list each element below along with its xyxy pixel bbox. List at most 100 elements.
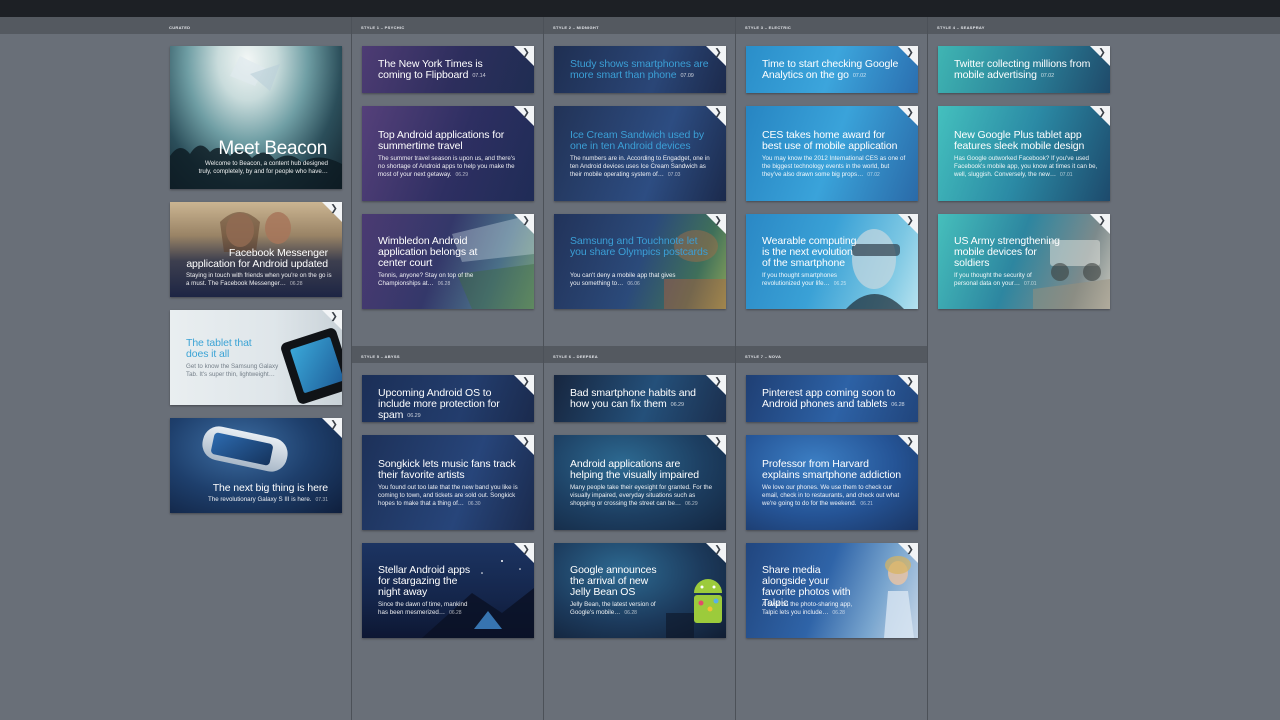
chevron-right-icon: ❯ <box>906 544 914 554</box>
card-ice-cream-sandwich[interactable]: ❯ Ice Cream Sandwich used by one in ten … <box>554 106 726 201</box>
card-samsung-touchnote[interactable]: ❯ Samsung and Touchnote let you share Ol… <box>554 214 726 309</box>
description-text: The summer travel season is upon us, and… <box>378 155 516 178</box>
card-date: 07.01 <box>1024 281 1037 287</box>
chevron-right-icon: ❯ <box>714 544 722 554</box>
card-title: Meet Beacon <box>218 138 327 159</box>
card-date: 07.09 <box>680 73 694 79</box>
card-description: Has Google outworked Facebook? If you've… <box>954 155 1098 179</box>
card-title: Twitter collecting millions from mobile … <box>954 59 1094 82</box>
card-date: 06.28 <box>289 281 303 287</box>
chevron-right-icon: ❯ <box>906 107 914 117</box>
card-talpic[interactable]: ❯ Share media alongside your favorite ph… <box>746 543 918 638</box>
description-text: The numbers are in. According to Engadge… <box>570 155 710 178</box>
card-nyt-flipboard[interactable]: ❯ The New York Times is coming to Flipbo… <box>362 46 534 93</box>
card-title: Top Android applications for summertime … <box>378 129 505 152</box>
card-date: 06.29 <box>670 402 684 408</box>
card-date: 06.28 <box>437 281 451 287</box>
chevron-right-icon: ❯ <box>714 215 722 225</box>
card-title: The tablet that does it all <box>186 337 252 360</box>
card-google-plus-tablet[interactable]: ❯ New Google Plus tablet app features sl… <box>938 106 1110 201</box>
card-date: 07.03 <box>667 172 681 178</box>
card-harvard-addiction[interactable]: ❯ Professor from Harvard explains smartp… <box>746 435 918 530</box>
card-ces-award[interactable]: ❯ CES takes home award for best use of m… <box>746 106 918 201</box>
card-wearable-computing[interactable]: ❯ Wearable computing is the next evoluti… <box>746 214 918 309</box>
chevron-right-icon: ❯ <box>522 215 530 225</box>
chevron-right-icon: ❯ <box>906 376 914 386</box>
card-galaxy-s3[interactable]: ❯ The next big thing is here The revolut… <box>170 418 342 513</box>
chevron-right-icon: ❯ <box>522 376 530 386</box>
card-title: Android applications are helping the vis… <box>570 458 700 481</box>
card-title: Bad smartphone habits and how you can fi… <box>570 388 710 411</box>
card-description: You found out too late that the new band… <box>378 484 522 508</box>
card-title: Stellar Android apps for stargazing the … <box>378 564 470 598</box>
card-description: Staying in touch with friends when you'r… <box>186 272 336 288</box>
column-divider <box>735 17 736 720</box>
column-divider <box>351 17 352 720</box>
card-date: 07.02 <box>852 73 867 79</box>
card-date: 07.14 <box>472 73 486 79</box>
card-description: You may know the 2012 International CES … <box>762 155 906 179</box>
card-date: 06.25 <box>833 281 847 287</box>
card-date: 06.28 <box>449 610 462 616</box>
chevron-right-icon: ❯ <box>714 107 722 117</box>
card-us-army[interactable]: ❯ US Army strengthening mobile devices f… <box>938 214 1110 309</box>
card-description: Get to know the Samsung Galaxy Tab. It's… <box>186 363 279 378</box>
card-bad-habits[interactable]: ❯ Bad smartphone habits and how you can … <box>554 375 726 422</box>
card-meet-beacon[interactable]: Meet Beacon Welcome to Beacon, a content… <box>170 46 342 189</box>
card-pinterest[interactable]: ❯ Pinterest app coming soon to Android p… <box>746 375 918 422</box>
card-title: Professor from Harvard explains smartpho… <box>762 458 901 481</box>
top-bar <box>0 0 1280 17</box>
chevron-right-icon: ❯ <box>522 47 530 57</box>
column-header-midnight: STYLE 2 – MIDNIGHT <box>544 17 735 34</box>
card-title: Songkick lets music fans track their fav… <box>378 458 516 481</box>
card-description: Since the dawn of time, mankind has been… <box>378 601 478 617</box>
column-header-psychic: STYLE 1 – PSYCHIC <box>352 17 543 34</box>
description-text: If you thought smartphones revolutionize… <box>762 272 837 287</box>
card-smartphones-study[interactable]: ❯ Study shows smartphones are more smart… <box>554 46 726 93</box>
column-divider <box>927 17 928 720</box>
description-text: Tennis, anyone? Stay on top of the Champ… <box>378 272 474 287</box>
chevron-right-icon: ❯ <box>714 376 722 386</box>
chevron-right-icon: ❯ <box>330 203 338 213</box>
card-date: 06.28 <box>832 610 845 616</box>
description-text: Has Google outworked Facebook? If you've… <box>954 155 1098 178</box>
chevron-right-icon: ❯ <box>906 47 914 57</box>
title-text: The New York Times is coming to Flipboar… <box>378 58 483 81</box>
card-title: The New York Times is coming to Flipboar… <box>378 59 518 82</box>
column-header-abyss: STYLE 5 – ABYSS <box>352 346 543 363</box>
card-description: We love our phones. We use them to check… <box>762 484 906 508</box>
description-text: The revolutionary Galaxy S III is here. <box>207 496 312 503</box>
card-date: 06.29 <box>455 172 468 178</box>
card-description: If you thought smartphones revolutionize… <box>762 272 858 288</box>
card-date: 07.02 <box>1040 73 1055 79</box>
title-text: Twitter collecting millions from mobile … <box>954 58 1091 81</box>
column-header-deepsea: STYLE 6 – DEEPSEA <box>544 346 735 363</box>
card-title: Time to start checking Google Analytics … <box>762 59 902 82</box>
card-visually-impaired[interactable]: ❯ Android applications are helping the v… <box>554 435 726 530</box>
card-jelly-bean[interactable]: ❯ Google announces the arrival of new Je… <box>554 543 726 638</box>
card-title: The next big thing is here <box>212 482 328 494</box>
olympics-photo <box>664 230 726 309</box>
card-date: 06.28 <box>624 610 637 616</box>
card-date: 06.30 <box>468 501 481 507</box>
card-songkick[interactable]: ❯ Songkick lets music fans track their f… <box>362 435 534 530</box>
card-wimbledon[interactable]: ❯ Wimbledon Android application belongs … <box>362 214 534 309</box>
card-description: A twist on the photo-sharing app, Talpic… <box>762 601 862 617</box>
card-title: Upcoming Android OS to include more prot… <box>378 388 524 422</box>
card-android-spam-protection[interactable]: ❯ Upcoming Android OS to include more pr… <box>362 375 534 422</box>
column-divider <box>543 17 544 720</box>
chevron-right-icon: ❯ <box>906 215 914 225</box>
title-text: Time to start checking Google Analytics … <box>762 58 899 81</box>
card-twitter-advertising[interactable]: ❯ Twitter collecting millions from mobil… <box>938 46 1110 93</box>
card-description: Many people take their eyesight for gran… <box>570 484 714 508</box>
card-facebook-messenger[interactable]: ❯ Facebook Messenger application for And… <box>170 202 342 297</box>
card-description: If you thought the security of personal … <box>954 272 1054 288</box>
card-android-travel[interactable]: ❯ Top Android applications for summertim… <box>362 106 534 201</box>
card-date: 07.02 <box>867 172 880 178</box>
card-stargazing[interactable]: ❯ Stellar Android apps for stargazing th… <box>362 543 534 638</box>
card-tablet[interactable]: ❯ The tablet that does it all Get to kno… <box>170 310 342 405</box>
card-title: New Google Plus tablet app features slee… <box>954 129 1085 152</box>
description-text: We love our phones. We use them to check… <box>762 484 900 507</box>
description-text: Staying in touch with friends when you'r… <box>186 272 332 287</box>
card-google-analytics[interactable]: ❯ Time to start checking Google Analytic… <box>746 46 918 93</box>
